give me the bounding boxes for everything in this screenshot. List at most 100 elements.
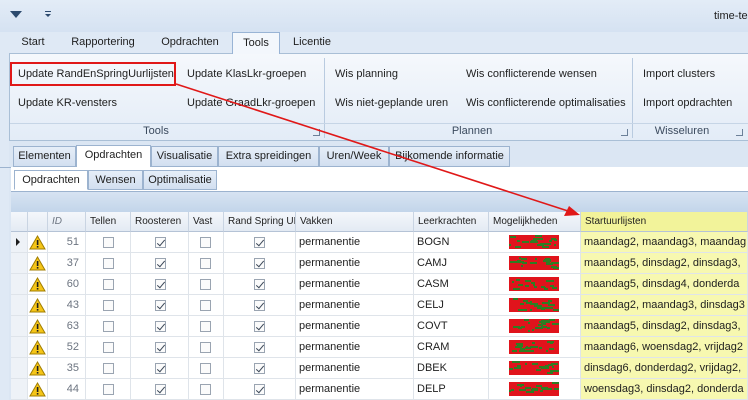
column-header-startuurlijsten[interactable]: Startuurlijsten [581,212,748,232]
cell-randspring[interactable] [224,274,296,295]
cell-leerkrachten[interactable]: CELJ [414,295,489,316]
cell-randspring[interactable] [224,232,296,253]
cell-roosteren[interactable] [131,253,189,274]
group-launcher-icon[interactable] [621,129,628,136]
column-header-vakken[interactable]: Vakken [296,212,414,232]
cell-randspring[interactable] [224,337,296,358]
ribbon-tab-tools[interactable]: Tools [232,32,280,54]
checkbox-tellen[interactable] [103,384,114,395]
cell-roosteren[interactable] [131,337,189,358]
column-header-tellen[interactable]: Tellen [86,212,131,232]
cell-leerkrachten[interactable]: COVT [414,316,489,337]
checkbox-vast[interactable] [200,258,211,269]
cell-tellen[interactable] [86,253,131,274]
cell-vakken[interactable]: permanentie [296,358,414,379]
cell-tellen[interactable] [86,232,131,253]
update-krvensters-button[interactable]: Update KR-vensters [18,97,117,109]
checkbox-roosteren[interactable] [155,342,166,353]
cell-mogelijkheden[interactable] [489,316,581,337]
table-row[interactable]: 43 permanentie CELJ maandag2, maandag3, din… [11,295,748,316]
table-row[interactable]: 63 permanentie COVT maandag5, dinsdag2, din… [11,316,748,337]
cell-mogelijkheden[interactable] [489,337,581,358]
checkbox-tellen[interactable] [103,258,114,269]
tab-visualisatie[interactable]: Visualisatie [151,146,218,167]
cell-roosteren[interactable] [131,295,189,316]
checkbox-randspring[interactable] [254,237,265,248]
ribbon-tab-rapportering[interactable]: Rapportering [62,32,144,53]
tab-elementen[interactable]: Elementen [13,146,76,167]
ribbon-tab-licentie[interactable]: Licentie [284,32,340,53]
cell-vast[interactable] [189,316,224,337]
row-indicator[interactable] [11,337,28,358]
cell-mogelijkheden[interactable] [489,253,581,274]
row-indicator[interactable] [11,232,28,253]
cell-tellen[interactable] [86,274,131,295]
cell-vast[interactable] [189,379,224,400]
cell-randspring[interactable] [224,358,296,379]
cell-mogelijkheden[interactable] [489,274,581,295]
tab-extra-spreidingen[interactable]: Extra spreidingen [218,146,319,167]
cell-vast[interactable] [189,253,224,274]
checkbox-roosteren[interactable] [155,258,166,269]
cell-roosteren[interactable] [131,358,189,379]
checkbox-vast[interactable] [200,342,211,353]
row-indicator[interactable] [11,358,28,379]
cell-startuurlijsten[interactable]: maandag6, woensdag2, vrijdag2 [581,337,748,358]
cell-id[interactable]: 63 [48,316,86,337]
column-header-leerkrachten[interactable]: Leerkrachten [414,212,489,232]
update-klaslkr-button[interactable]: Update KlasLkr-groepen [187,68,306,80]
cell-randspring[interactable] [224,379,296,400]
checkbox-randspring[interactable] [254,321,265,332]
checkbox-roosteren[interactable] [155,300,166,311]
cell-startuurlijsten[interactable]: maandag5, dinsdag2, dinsdag3, [581,253,748,274]
cell-startuurlijsten[interactable]: maandag5, dinsdag2, dinsdag3, [581,316,748,337]
checkbox-roosteren[interactable] [155,363,166,374]
tab-opdrachten[interactable]: Opdrachten [76,145,151,168]
cell-vast[interactable] [189,295,224,316]
checkbox-randspring[interactable] [254,384,265,395]
checkbox-tellen[interactable] [103,279,114,290]
group-launcher-icon[interactable] [313,129,320,136]
import-clusters-button[interactable]: Import clusters [643,68,715,80]
cell-vast[interactable] [189,274,224,295]
wis-planning-button[interactable]: Wis planning [335,68,398,80]
cell-id[interactable]: 52 [48,337,86,358]
cell-startuurlijsten[interactable]: maandag2, maandag3, dinsdag3 [581,295,748,316]
checkbox-randspring[interactable] [254,279,265,290]
cell-mogelijkheden[interactable] [489,295,581,316]
cell-leerkrachten[interactable]: BOGN [414,232,489,253]
table-row[interactable]: 37 permanentie CAMJ maandag5, dinsdag2, din… [11,253,748,274]
cell-vakken[interactable]: permanentie [296,316,414,337]
row-indicator[interactable] [11,274,28,295]
column-header-mogelijkheden[interactable]: Mogelijkheden [489,212,581,232]
checkbox-vast[interactable] [200,384,211,395]
cell-vast[interactable] [189,232,224,253]
checkbox-vast[interactable] [200,321,211,332]
cell-roosteren[interactable] [131,274,189,295]
checkbox-roosteren[interactable] [155,384,166,395]
row-indicator[interactable] [11,253,28,274]
cell-leerkrachten[interactable]: CRAM [414,337,489,358]
cell-leerkrachten[interactable]: DBEK [414,358,489,379]
checkbox-randspring[interactable] [254,258,265,269]
cell-mogelijkheden[interactable] [489,232,581,253]
cell-mogelijkheden[interactable] [489,358,581,379]
cell-vakken[interactable]: permanentie [296,337,414,358]
cell-tellen[interactable] [86,358,131,379]
customize-toolbar-icon[interactable] [44,8,52,20]
cell-id[interactable]: 43 [48,295,86,316]
ribbon-tab-start[interactable]: Start [12,32,54,53]
cell-startuurlijsten[interactable]: maandag2, maandag3, maandag [581,232,748,253]
cell-vakken[interactable]: permanentie [296,379,414,400]
cell-leerkrachten[interactable]: DELP [414,379,489,400]
cell-id[interactable]: 44 [48,379,86,400]
checkbox-vast[interactable] [200,300,211,311]
cell-startuurlijsten[interactable]: woensdag3, dinsdag2, donderda [581,379,748,400]
cell-vast[interactable] [189,337,224,358]
checkbox-vast[interactable] [200,279,211,290]
cell-id[interactable]: 60 [48,274,86,295]
cell-id[interactable]: 51 [48,232,86,253]
cell-tellen[interactable] [86,295,131,316]
cell-vakken[interactable]: permanentie [296,274,414,295]
cell-startuurlijsten[interactable]: dinsdag6, donderdag2, vrijdag2, [581,358,748,379]
